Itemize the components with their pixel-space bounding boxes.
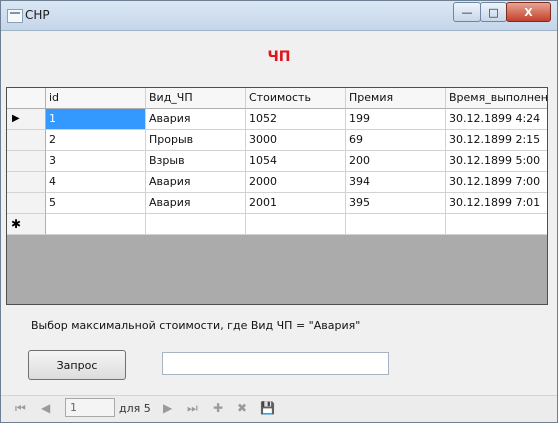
cell-bonus[interactable]: 69 bbox=[346, 130, 446, 151]
cell-bonus[interactable]: 200 bbox=[346, 151, 446, 172]
column-header-time[interactable]: Время_выполнени bbox=[446, 88, 547, 109]
close-button[interactable]: X bbox=[506, 2, 551, 22]
table-row[interactable]: 5 Авария 2001 395 30.12.1899 7:01 bbox=[7, 193, 547, 214]
cell-type[interactable]: Взрыв bbox=[146, 151, 246, 172]
move-first-icon[interactable]: ⏮ bbox=[15, 401, 26, 416]
cell-id[interactable]: 5 bbox=[46, 193, 146, 214]
cell-type[interactable] bbox=[146, 214, 246, 235]
title-bar: CHP — □ X bbox=[1, 1, 557, 31]
new-row[interactable]: ✱ bbox=[7, 214, 547, 235]
delete-icon[interactable]: ✖ bbox=[237, 401, 247, 415]
cell-id[interactable]: 1 bbox=[46, 109, 146, 130]
cell-bonus[interactable]: 394 bbox=[346, 172, 446, 193]
table-row[interactable]: 3 Взрыв 1054 200 30.12.1899 5:00 bbox=[7, 151, 547, 172]
binding-navigator: ⏮ ◀ 1 для 5 ▶ ⏭ ✚ ✖ 💾 bbox=[1, 395, 557, 422]
new-row-icon: ✱ bbox=[11, 217, 22, 231]
grid-header-row: id Вид_ЧП Стоимость Премия Время_выполне… bbox=[7, 88, 547, 109]
cell-cost[interactable] bbox=[246, 214, 346, 235]
table-row[interactable]: 4 Авария 2000 394 30.12.1899 7:00 bbox=[7, 172, 547, 193]
cell-cost[interactable]: 3000 bbox=[246, 130, 346, 151]
data-grid[interactable]: id Вид_ЧП Стоимость Премия Время_выполне… bbox=[6, 87, 548, 305]
move-last-icon[interactable]: ⏭ bbox=[187, 401, 198, 416]
cell-bonus[interactable]: 199 bbox=[346, 109, 446, 130]
cell-type[interactable]: Прорыв bbox=[146, 130, 246, 151]
query-description: Выбор максимальной стоимости, где Вид ЧП… bbox=[31, 319, 361, 332]
cell-id[interactable]: 2 bbox=[46, 130, 146, 151]
cell-time[interactable] bbox=[446, 214, 547, 235]
query-button[interactable]: Запрос bbox=[28, 350, 126, 380]
cell-type[interactable]: Авария bbox=[146, 172, 246, 193]
app-icon bbox=[7, 9, 23, 23]
position-input[interactable]: 1 bbox=[65, 398, 115, 417]
cell-time[interactable]: 30.12.1899 7:01 bbox=[446, 193, 547, 214]
add-icon[interactable]: ✚ bbox=[213, 401, 223, 415]
result-field[interactable] bbox=[162, 352, 389, 375]
cell-cost[interactable]: 2000 bbox=[246, 172, 346, 193]
header-corner bbox=[7, 88, 46, 109]
column-header-cost[interactable]: Стоимость bbox=[246, 88, 346, 109]
cell-id[interactable]: 3 bbox=[46, 151, 146, 172]
cell-time[interactable]: 30.12.1899 5:00 bbox=[446, 151, 547, 172]
maximize-button[interactable]: □ bbox=[480, 2, 507, 22]
move-previous-icon[interactable]: ◀ bbox=[41, 401, 50, 415]
row-header[interactable]: ✱ bbox=[7, 214, 46, 235]
cell-cost[interactable]: 1054 bbox=[246, 151, 346, 172]
move-next-icon[interactable]: ▶ bbox=[163, 401, 172, 415]
cell-bonus[interactable] bbox=[346, 214, 446, 235]
cell-cost[interactable]: 2001 bbox=[246, 193, 346, 214]
row-header[interactable] bbox=[7, 130, 46, 151]
row-header[interactable] bbox=[7, 151, 46, 172]
page-title: ЧП bbox=[267, 49, 291, 65]
cell-time[interactable]: 30.12.1899 4:24 bbox=[446, 109, 547, 130]
row-header[interactable] bbox=[7, 172, 46, 193]
main-window: CHP — □ X ЧП id Вид_ЧП Стоимость Премия … bbox=[0, 0, 558, 423]
save-icon[interactable]: 💾 bbox=[260, 401, 275, 415]
window-title: CHP bbox=[25, 8, 50, 22]
cell-time[interactable]: 30.12.1899 7:00 bbox=[446, 172, 547, 193]
count-label: для 5 bbox=[119, 402, 151, 415]
row-header[interactable]: ▶ bbox=[7, 109, 46, 130]
column-header-id[interactable]: id bbox=[46, 88, 146, 109]
current-row-icon: ▶ bbox=[12, 113, 20, 124]
cell-type[interactable]: Авария bbox=[146, 109, 246, 130]
table-row[interactable]: ▶ 1 Авария 1052 199 30.12.1899 4:24 bbox=[7, 109, 547, 130]
cell-bonus[interactable]: 395 bbox=[346, 193, 446, 214]
row-header[interactable] bbox=[7, 193, 46, 214]
minimize-button[interactable]: — bbox=[453, 2, 481, 22]
table-row[interactable]: 2 Прорыв 3000 69 30.12.1899 2:15 bbox=[7, 130, 547, 151]
cell-type[interactable]: Авария bbox=[146, 193, 246, 214]
column-header-type[interactable]: Вид_ЧП bbox=[146, 88, 246, 109]
column-header-bonus[interactable]: Премия bbox=[346, 88, 446, 109]
cell-id[interactable]: 4 bbox=[46, 172, 146, 193]
cell-id[interactable] bbox=[46, 214, 146, 235]
cell-cost[interactable]: 1052 bbox=[246, 109, 346, 130]
cell-time[interactable]: 30.12.1899 2:15 bbox=[446, 130, 547, 151]
